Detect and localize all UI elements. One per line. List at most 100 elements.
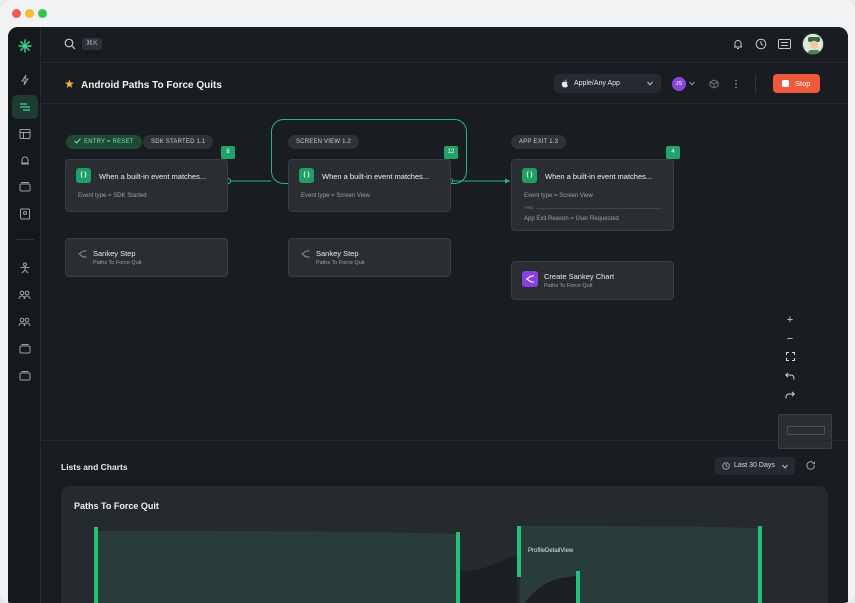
maximize-window-button[interactable] (38, 9, 47, 18)
app-selector-value: Apple/Any App (574, 80, 620, 87)
clock-icon (722, 462, 730, 470)
page-title: Android Paths To Force Quits (81, 80, 222, 91)
action-subtitle: Paths To Force Quit (544, 283, 593, 289)
sankey-icon (78, 250, 87, 258)
event-trigger-title: When a built-in event matches... (322, 172, 430, 181)
inbox-icon[interactable] (16, 178, 33, 195)
chevron-down-icon (647, 81, 653, 86)
segments-icon[interactable] (16, 313, 33, 330)
journey-canvas[interactable]: ENTRY = RESET SDK STARTED 1.1 8 { } When… (42, 105, 848, 449)
redo-icon (785, 391, 795, 399)
layout-icon[interactable] (16, 125, 33, 142)
code-braces-icon: { } (299, 168, 314, 183)
close-window-button[interactable] (12, 9, 21, 18)
check-icon (74, 137, 81, 144)
step-count-badge: 4 (666, 146, 680, 159)
step-tag: APP EXIT 1.3 (511, 135, 567, 149)
sankey-node (576, 571, 580, 603)
entry-condition-pill[interactable]: ENTRY = RESET (66, 135, 142, 149)
event-trigger-title: When a built-in event matches... (99, 172, 207, 181)
sankey-node-label: ProfileDetailView (528, 548, 574, 554)
contacts-icon[interactable] (16, 205, 33, 222)
bell-icon[interactable] (732, 38, 744, 50)
date-range-selector[interactable]: Last 30 Days (715, 457, 795, 475)
event-trigger-card[interactable]: { } When a built-in event matches... Eve… (511, 159, 674, 231)
more-options-icon[interactable] (734, 79, 738, 89)
chevron-down-icon (782, 464, 788, 469)
minimize-window-button[interactable] (25, 9, 34, 18)
alerts-icon[interactable] (16, 151, 33, 168)
sankey-icon (301, 250, 310, 258)
event-trigger-title: When a built-in event matches... (545, 172, 653, 181)
keyboard-icon[interactable] (778, 39, 791, 49)
create-sankey-chart-card[interactable]: Create Sankey Chart Paths To Force Quit (511, 261, 674, 300)
step-tag: SDK STARTED 1.1 (143, 135, 214, 149)
section-title: Lists and Charts (61, 462, 128, 472)
and-label: AND (524, 205, 534, 210)
chart-icon (522, 271, 538, 287)
lists-and-charts-section: Lists and Charts Last 30 Days Paths To F… (42, 440, 848, 603)
group-icon[interactable] (16, 286, 33, 303)
sankey-node (517, 526, 521, 577)
undo-button[interactable] (779, 368, 801, 386)
journeys-icon[interactable] (16, 98, 33, 115)
action-subtitle: Paths To Force Quit (316, 260, 365, 266)
collaborators-chevron-icon[interactable] (689, 81, 695, 86)
search-shortcut: ⌘K (82, 38, 102, 50)
clock-icon[interactable] (755, 38, 767, 50)
topbar: ⌘K (42, 27, 848, 63)
user-avatar[interactable] (802, 33, 824, 55)
collaborator-avatar[interactable]: JS (672, 77, 686, 91)
window-titlebar (0, 0, 855, 27)
sankey-chart (94, 526, 762, 603)
and-divider (536, 208, 662, 209)
event-trigger-detail: Event type = SDK Started (78, 193, 147, 199)
code-braces-icon: { } (522, 168, 537, 183)
sankey-step-card[interactable]: Sankey Step Paths To Force Quit (288, 238, 451, 277)
code-braces-icon: { } (76, 168, 91, 183)
event-trigger-card[interactable]: { } When a built-in event matches... Eve… (288, 159, 451, 212)
event-trigger-card[interactable]: { } When a built-in event matches... Eve… (65, 159, 228, 212)
refresh-icon[interactable] (806, 461, 816, 471)
browser-window: ⌘K ★ Android Paths To Force Quits Apple/… (0, 0, 855, 603)
sankey-chart-card: Paths To Force Quit ProfileDetailView (61, 486, 828, 603)
favorite-star-icon[interactable]: ★ (64, 77, 75, 91)
canvas-controls: + − (779, 311, 801, 408)
app-frame: ⌘K ★ Android Paths To Force Quits Apple/… (8, 27, 848, 603)
step-tag: SCREEN VIEW 1.2 (288, 135, 360, 149)
action-title: Sankey Step (316, 249, 359, 258)
logo-icon[interactable] (16, 37, 33, 54)
header-divider (755, 74, 756, 93)
event-trigger-detail: Event type = Screen View (524, 193, 593, 199)
zoom-out-button[interactable]: − (779, 330, 801, 348)
zoom-in-button[interactable]: + (779, 311, 801, 329)
step-count-badge: 12 (444, 146, 458, 159)
cards-icon[interactable] (16, 340, 33, 357)
fit-view-icon (785, 352, 795, 361)
minimap-viewport[interactable] (787, 426, 825, 435)
page-header: ★ Android Paths To Force Quits Apple/Any… (42, 64, 848, 104)
redo-button[interactable] (779, 387, 801, 405)
stop-button[interactable]: Stop (773, 74, 820, 93)
cube-icon[interactable] (709, 79, 719, 89)
action-subtitle: Paths To Force Quit (93, 260, 142, 266)
sankey-node (456, 532, 460, 603)
stack-icon[interactable] (16, 367, 33, 384)
sidebar-divider (15, 239, 34, 240)
date-range-value: Last 30 Days (734, 462, 775, 469)
undo-icon (785, 372, 795, 380)
action-title: Sankey Step (93, 249, 136, 258)
apple-icon (561, 79, 568, 88)
app-selector[interactable]: Apple/Any App (554, 74, 661, 93)
event-trigger-detail: Event type = Screen View (301, 193, 370, 199)
person-icon[interactable] (16, 259, 33, 276)
entry-label: ENTRY = RESET (84, 139, 134, 145)
sankey-step-card[interactable]: Sankey Step Paths To Force Quit (65, 238, 228, 277)
search-icon[interactable] (64, 38, 76, 50)
lightning-icon[interactable] (16, 71, 33, 88)
fit-view-button[interactable] (779, 349, 801, 367)
action-title: Create Sankey Chart (544, 272, 615, 281)
sankey-node (94, 527, 98, 603)
event-trigger-detail-2: App Exit Reason = User Requested (524, 216, 619, 222)
sankey-node (758, 526, 762, 603)
